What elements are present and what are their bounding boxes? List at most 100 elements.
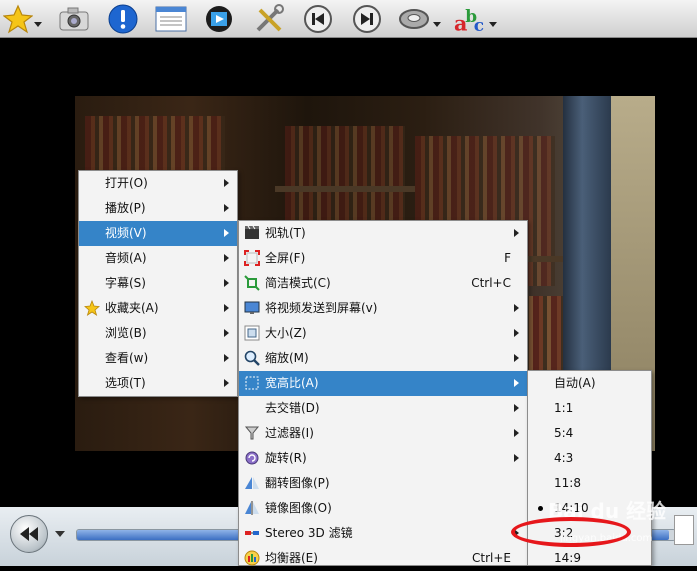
main-menu-item-label: 字幕(S) [105, 276, 146, 290]
video-menu-item-label: 过滤器(I) [265, 426, 314, 440]
equalizer-icon [244, 550, 260, 566]
aspect-menu-item-label: 自动(A) [554, 376, 596, 390]
video-menu-item-2[interactable]: 简洁模式(C) Ctrl+C [239, 271, 527, 296]
video-menu-item-label: Stereo 3D 滤镜 [265, 526, 353, 540]
submenu-arrow-icon [514, 379, 519, 387]
main-menu-item-3[interactable]: 音频(A) [79, 246, 237, 271]
tools-icon[interactable] [253, 3, 285, 35]
aspect-menu-item-label: 4:3 [554, 451, 574, 465]
submenu-arrow-icon [224, 354, 229, 362]
rewind-icon [20, 527, 38, 541]
submenu-arrow-icon [514, 404, 519, 412]
main-menu-item-0[interactable]: 打开(O) [79, 171, 237, 196]
monitor-icon [244, 300, 260, 316]
submenu-arrow-icon [514, 304, 519, 312]
main-menu-item-label: 查看(w) [105, 351, 149, 365]
video-menu-item-label: 宽高比(A) [265, 376, 319, 390]
favorites-dropdown-caret[interactable] [34, 22, 42, 27]
submenu-arrow-icon [224, 204, 229, 212]
rewind-dropdown-caret[interactable] [55, 531, 65, 537]
filter-icon [244, 425, 260, 441]
flip-icon [244, 475, 260, 491]
aspect-menu-item-label: 11:8 [554, 476, 581, 490]
video-menu-item-12[interactable]: Stereo 3D 滤镜 [239, 521, 527, 546]
video-menu-item-10[interactable]: 翻转图像(P) [239, 471, 527, 496]
aspect-menu-item-7[interactable]: 14:9 [528, 546, 651, 571]
main-menu-item-2[interactable]: 视频(V) [79, 221, 237, 246]
top-toolbar: abc [0, 0, 697, 38]
main-menu-item-7[interactable]: 查看(w) [79, 346, 237, 371]
aspect-menu-item-3[interactable]: 4:3 [528, 446, 651, 471]
favorites-star-icon[interactable] [2, 3, 34, 35]
annotation-ellipse [511, 517, 631, 547]
submenu-arrow-icon [224, 304, 229, 312]
video-menu-item-9[interactable]: 旋转(R) [239, 446, 527, 471]
submenu-arrow-icon [514, 354, 519, 362]
selected-bullet-icon [538, 506, 543, 511]
submenu-arrow-icon [224, 279, 229, 287]
video-menu-item-6[interactable]: 宽高比(A) [239, 371, 527, 396]
submenu-arrow-icon [224, 379, 229, 387]
subtitle-abc-icon[interactable]: abc [453, 3, 485, 35]
video-menu-item-3[interactable]: 将视频发送到屏幕(v) [239, 296, 527, 321]
submenu-arrow-icon [224, 179, 229, 187]
main-menu-item-label: 播放(P) [105, 201, 146, 215]
video-menu-item-8[interactable]: 过滤器(I) [239, 421, 527, 446]
submenu-arrow-icon [224, 229, 229, 237]
shortcut-label: Ctrl+E [472, 551, 511, 565]
shortcut-label: F [504, 251, 511, 265]
main-menu-item-label: 视频(V) [105, 226, 147, 240]
aspect-icon [244, 375, 260, 391]
video-menu-item-label: 大小(Z) [265, 326, 307, 340]
aspect-menu-item-4[interactable]: 11:8 [528, 471, 651, 496]
video-menu-item-label: 简洁模式(C) [265, 276, 331, 290]
main-menu-item-label: 收藏夹(A) [105, 301, 159, 315]
svg-text:c: c [474, 15, 484, 35]
zoom-icon [244, 350, 260, 366]
video-menu-item-4[interactable]: 大小(Z) [239, 321, 527, 346]
info-icon[interactable] [107, 3, 139, 35]
shortcut-label: Ctrl+C [471, 276, 511, 290]
fullscreen-icon [244, 250, 260, 266]
audio-dropdown-caret[interactable] [433, 22, 441, 27]
audio-disc-icon[interactable] [398, 3, 430, 35]
video-menu-item-label: 旋转(R) [265, 451, 307, 465]
video-menu-item-label: 将视频发送到屏幕(v) [265, 301, 378, 315]
video-menu-item-label: 缩放(M) [265, 351, 309, 365]
playlist-icon[interactable] [155, 3, 187, 35]
aspect-menu-item-1[interactable]: 1:1 [528, 396, 651, 421]
corner-app-icon[interactable] [674, 515, 694, 545]
video-menu-item-0[interactable]: 视轨(T) [239, 221, 527, 246]
submenu-arrow-icon [224, 254, 229, 262]
subtitle-dropdown-caret[interactable] [489, 22, 497, 27]
aspect-menu-item-label: 1:1 [554, 401, 574, 415]
main-menu-item-8[interactable]: 选项(T) [79, 371, 237, 396]
main-menu-item-1[interactable]: 播放(P) [79, 196, 237, 221]
main-menu-item-5[interactable]: 收藏夹(A) [79, 296, 237, 321]
video-menu-item-7[interactable]: 去交错(D) [239, 396, 527, 421]
aspect-menu-item-0[interactable]: 自动(A) [528, 371, 651, 396]
aspect-menu-item-label: 14:9 [554, 551, 581, 565]
rewind-button[interactable] [10, 515, 48, 553]
video-menu-item-13[interactable]: 均衡器(E) Ctrl+E [239, 546, 527, 571]
aspect-menu-item-2[interactable]: 5:4 [528, 421, 651, 446]
video-menu-item-5[interactable]: 缩放(M) [239, 346, 527, 371]
size-icon [244, 325, 260, 341]
main-menu-item-6[interactable]: 浏览(B) [79, 321, 237, 346]
main-menu-item-label: 选项(T) [105, 376, 146, 390]
main-menu-item-label: 音频(A) [105, 251, 147, 265]
compact-icon [244, 275, 260, 291]
main-menu-item-label: 浏览(B) [105, 326, 147, 340]
context-menu: 打开(O) 播放(P) 视频(V) 音频(A) 字幕(S) 收藏夹(A) 浏览(B) 查看(w… [78, 170, 238, 397]
previous-icon[interactable] [302, 3, 334, 35]
video-clip-icon[interactable] [203, 3, 235, 35]
submenu-arrow-icon [514, 329, 519, 337]
next-icon[interactable] [351, 3, 383, 35]
main-menu-item-4[interactable]: 字幕(S) [79, 271, 237, 296]
mirror-icon [244, 500, 260, 516]
video-menu-item-11[interactable]: 镜像图像(O) [239, 496, 527, 521]
video-menu-item-label: 翻转图像(P) [265, 476, 330, 490]
video-menu-item-1[interactable]: 全屏(F) F [239, 246, 527, 271]
submenu-arrow-icon [514, 429, 519, 437]
screenshot-camera-icon[interactable] [58, 3, 90, 35]
